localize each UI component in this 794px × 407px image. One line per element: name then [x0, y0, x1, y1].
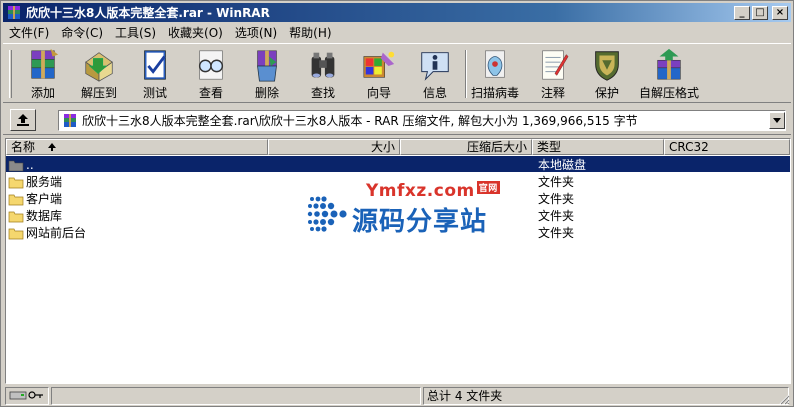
add-label: 添加: [30, 86, 55, 100]
comment-label: 注释: [540, 86, 565, 100]
virus-scan-label: 扫描病毒: [470, 86, 519, 100]
watermark-site: Ymfxz.com 官网: [366, 181, 500, 201]
toolbar-grip[interactable]: [9, 50, 12, 98]
column-packed[interactable]: 压缩后大小: [400, 139, 532, 155]
chevron-down-icon: [773, 118, 781, 123]
delete-label: 删除: [254, 86, 279, 100]
file-row-parent[interactable]: .. 本地磁盘: [8, 156, 788, 173]
info-label: 信息: [422, 86, 447, 100]
close-button[interactable]: ×: [772, 5, 788, 20]
comment-button[interactable]: 注释: [527, 47, 579, 101]
column-size[interactable]: 大小: [268, 139, 400, 155]
folder-icon: [8, 211, 24, 222]
winrar-window: 欣欣十三水8人版本完整全套.rar - WinRAR _ □ × 文件(F) 命…: [0, 0, 794, 407]
watermark-title: 源码分享站: [352, 207, 488, 237]
extract-to-button[interactable]: 解压到: [73, 47, 125, 101]
find-label: 查找: [310, 86, 335, 100]
virus-scan-button[interactable]: 扫描病毒: [467, 47, 523, 101]
file-type: 本地磁盘: [538, 158, 587, 172]
file-name: 数据库: [26, 209, 63, 223]
file-type: 文件夹: [538, 175, 575, 189]
window-title: 欣欣十三水8人版本完整全套.rar - WinRAR: [26, 6, 270, 20]
path-combobox[interactable]: 欣欣十三水8人版本完整全套.rar\欣欣十三水8人版本 - RAR 压缩文件, …: [58, 110, 786, 131]
menu-commands[interactable]: 命令(C): [55, 24, 109, 41]
comment-icon: [542, 50, 569, 80]
winrar-app-icon: [8, 5, 20, 19]
add-button[interactable]: 添加: [17, 47, 69, 101]
view-label: 查看: [198, 86, 223, 100]
virus-scan-icon: [485, 50, 505, 78]
wizard-label: 向导: [366, 86, 391, 100]
delete-icon: [257, 50, 277, 82]
wizard-button[interactable]: 向导: [353, 47, 405, 101]
maximize-button[interactable]: □: [752, 5, 768, 20]
column-name[interactable]: 名称: [6, 139, 268, 155]
column-type[interactable]: 类型: [532, 139, 664, 155]
menu-favorites[interactable]: 收藏夹(O): [162, 24, 229, 41]
file-type: 文件夹: [538, 192, 575, 206]
file-name: 网站前后台: [26, 226, 87, 240]
file-name: 客户端: [26, 192, 63, 206]
title-bar[interactable]: 欣欣十三水8人版本完整全套.rar - WinRAR _ □ ×: [3, 3, 791, 22]
view-icon: [198, 50, 224, 80]
sfx-label: 自解压格式: [638, 86, 699, 100]
protect-label: 保护: [594, 86, 619, 100]
menu-help[interactable]: 帮助(H): [283, 24, 337, 41]
menu-options[interactable]: 选项(N): [229, 24, 283, 41]
folder-icon: [8, 177, 24, 188]
info-button[interactable]: 信息: [409, 47, 461, 101]
menu-tools[interactable]: 工具(S): [109, 24, 162, 41]
file-name: ..: [26, 157, 34, 172]
column-header: 名称 大小 压缩后大小 类型 CRC32: [6, 139, 790, 155]
menu-file[interactable]: 文件(F): [3, 24, 55, 41]
folder-icon: [8, 228, 24, 239]
status-drive-panel: [5, 387, 49, 405]
path-dropdown-button[interactable]: [769, 112, 785, 129]
sort-arrow-icon: [47, 143, 56, 151]
file-list[interactable]: 名称 大小 压缩后大小 类型 CRC32 .. 本地磁盘 服务端 文件夹 客户端…: [5, 138, 791, 384]
status-summary: 总计 4 文件夹: [423, 387, 789, 405]
protect-icon: [595, 51, 619, 81]
watermark-logo: Ymfxz.com 官网 源码分享站: [306, 179, 506, 243]
find-button[interactable]: 查找: [297, 47, 349, 101]
minimize-button[interactable]: _: [734, 5, 750, 20]
protect-button[interactable]: 保护: [581, 47, 633, 101]
column-name-label: 名称: [11, 140, 36, 154]
info-icon: [421, 52, 449, 81]
sfx-icon: [657, 48, 681, 80]
status-selection-panel: [51, 387, 421, 405]
find-icon: [311, 52, 335, 78]
watermark-badge: 官网: [476, 181, 500, 194]
drive-folder-icon: [8, 160, 24, 171]
menu-bar: 文件(F) 命令(C) 工具(S) 收藏夹(O) 选项(N) 帮助(H): [3, 23, 791, 42]
test-button[interactable]: 测试: [129, 47, 181, 101]
file-type: 文件夹: [538, 209, 575, 223]
column-crc[interactable]: CRC32: [664, 139, 790, 155]
file-type: 文件夹: [538, 226, 575, 240]
folder-icon: [8, 194, 24, 205]
address-bar: 欣欣十三水8人版本完整全套.rar\欣欣十三水8人版本 - RAR 压缩文件, …: [3, 105, 791, 135]
rar-archive-icon: [64, 113, 76, 127]
wizard-icon: [363, 51, 395, 78]
resize-grip-icon[interactable]: [778, 393, 790, 405]
file-name: 服务端: [26, 175, 63, 189]
view-button[interactable]: 查看: [185, 47, 237, 101]
delete-button[interactable]: 删除: [241, 47, 293, 101]
status-bar: 总计 4 文件夹: [3, 386, 791, 406]
up-folder-button[interactable]: [10, 109, 36, 131]
toolbar: 添加 解压到 测试 查看 删除 查找 向导 信息 扫描病毒 注释 保护 自解压格…: [3, 43, 791, 103]
test-label: 测试: [142, 86, 167, 100]
path-text: 欣欣十三水8人版本完整全套.rar\欣欣十三水8人版本 - RAR 压缩文件, …: [82, 114, 638, 128]
extract-to-label: 解压到: [80, 86, 117, 100]
watermark-dots-icon: [307, 196, 347, 232]
drive-key-icon: [9, 391, 43, 400]
up-arrow-icon: [17, 114, 29, 126]
add-archive-icon: [31, 48, 59, 79]
test-icon: [144, 50, 166, 80]
sfx-button[interactable]: 自解压格式: [635, 47, 703, 101]
extract-to-icon: [85, 52, 113, 82]
